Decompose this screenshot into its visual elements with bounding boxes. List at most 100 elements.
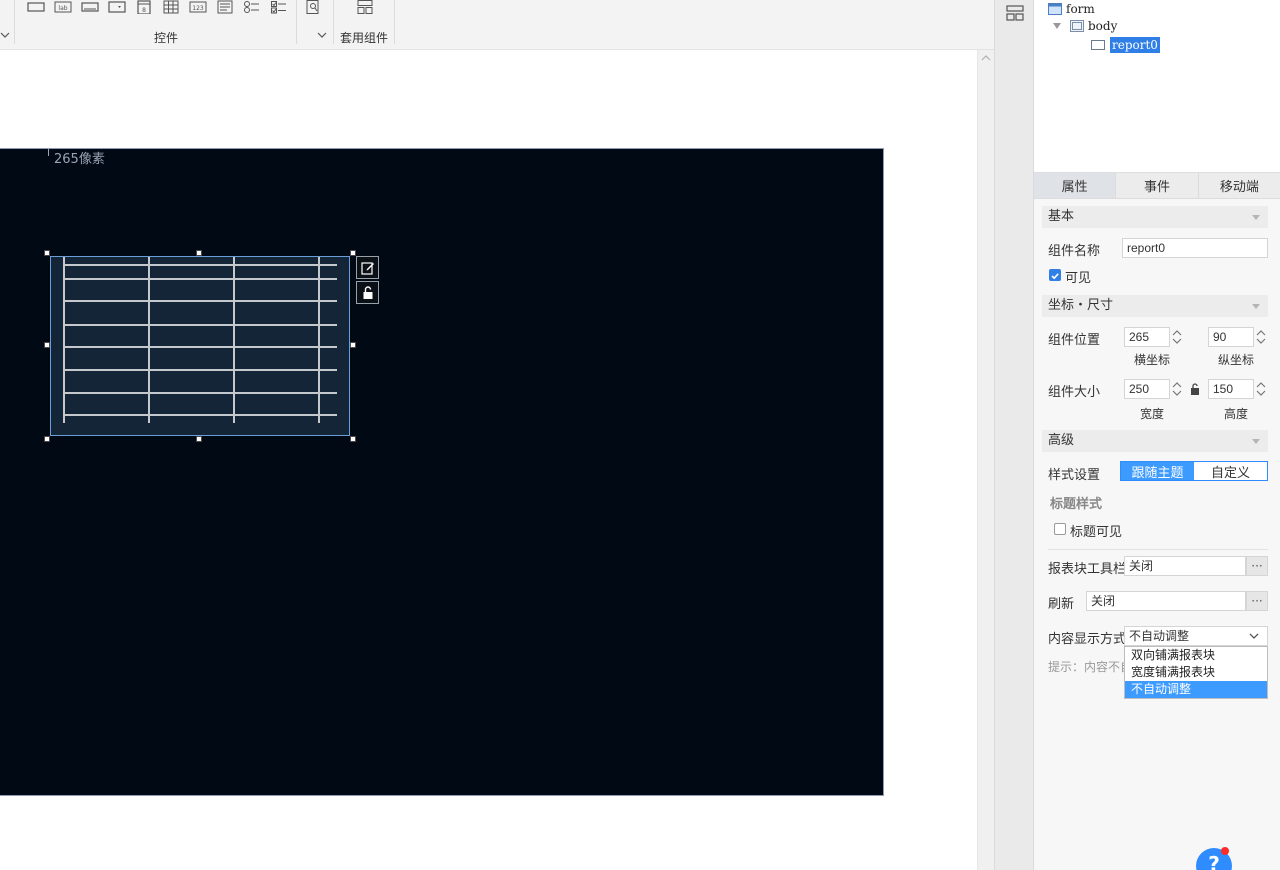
style-follow-theme-button[interactable]: 跟随主题 xyxy=(1121,462,1194,481)
spinner-icon[interactable] xyxy=(1254,327,1268,347)
tab-events[interactable]: 事件 xyxy=(1116,173,1199,198)
chevron-down-icon[interactable] xyxy=(1248,630,1260,642)
svg-text:8: 8 xyxy=(142,7,146,14)
dropdown-option[interactable]: 宽度铺满报表块 xyxy=(1125,664,1267,681)
panel-tabs: 属性 事件 移动端 xyxy=(1034,173,1280,199)
spinner-icon[interactable] xyxy=(1170,327,1184,347)
height-field[interactable]: 150 xyxy=(1208,379,1254,399)
style-segmented-control: 跟随主题 自定义 xyxy=(1120,461,1268,481)
svg-text:123: 123 xyxy=(192,5,204,12)
visible-checkbox[interactable] xyxy=(1049,269,1061,281)
content-display-label: 内容显示方式 xyxy=(1048,632,1127,647)
title-visible-label: 标题可见 xyxy=(1070,525,1123,540)
notification-dot xyxy=(1221,847,1229,855)
radiogroup-icon[interactable] xyxy=(243,0,261,14)
grid-icon[interactable] xyxy=(162,0,180,14)
report-icon xyxy=(1091,40,1105,50)
tree-node-report0[interactable]: report0 xyxy=(1090,36,1160,54)
section-coords[interactable]: 坐标・尺寸 xyxy=(1042,295,1268,317)
combobox-icon[interactable] xyxy=(108,0,126,14)
tree-node-body[interactable]: body xyxy=(1070,17,1117,35)
dropdown-option[interactable]: 双向铺满报表块 xyxy=(1125,647,1267,664)
style-custom-button[interactable]: 自定义 xyxy=(1194,462,1267,481)
textbox-icon[interactable] xyxy=(27,0,45,14)
section-advanced[interactable]: 高级 xyxy=(1042,430,1268,452)
resize-handle[interactable] xyxy=(196,250,202,256)
section-basic[interactable]: 基本 xyxy=(1042,206,1268,228)
tab-properties[interactable]: 属性 xyxy=(1034,173,1117,198)
content-display-dropdown: 双向铺满报表块 宽度铺满报表块 不自动调整 xyxy=(1124,646,1268,699)
check-icon xyxy=(1051,273,1059,280)
resize-handle[interactable] xyxy=(44,342,50,348)
toolbar-setting-field[interactable]: 关闭 xyxy=(1124,556,1246,576)
collapse-icon[interactable] xyxy=(1053,23,1061,29)
resize-handle[interactable] xyxy=(350,436,356,442)
refresh-field[interactable]: 关闭 xyxy=(1086,591,1246,611)
chevron-down-icon[interactable] xyxy=(0,30,10,40)
tree-node-label: form xyxy=(1066,2,1095,16)
group-label-controls: 控件 xyxy=(154,31,179,45)
height-label: 高度 xyxy=(1224,407,1249,421)
tip-text: 提示：内容不自 xyxy=(1048,660,1133,674)
chevron-down-icon xyxy=(1252,215,1260,220)
report-block[interactable] xyxy=(50,256,350,436)
form-body-area[interactable] xyxy=(0,148,884,796)
textarea-icon[interactable] xyxy=(216,0,234,14)
resize-handle[interactable] xyxy=(350,342,356,348)
spinner-icon[interactable] xyxy=(1254,379,1268,399)
properties-panel: 基本 组件名称 report0 可见 坐标・尺寸 组件位置 265 90 横坐标… xyxy=(1034,199,1280,870)
preview-icon[interactable] xyxy=(304,0,322,14)
toolbar: lab 8 123 控件 套用组件 xyxy=(0,0,994,50)
chevron-down-icon xyxy=(1252,439,1260,444)
width-label: 宽度 xyxy=(1140,407,1165,421)
chevron-down-icon xyxy=(1252,304,1260,309)
date-icon[interactable]: 8 xyxy=(135,0,153,14)
component-tree: form body report0 xyxy=(1034,0,1280,173)
refresh-more-button[interactable]: ··· xyxy=(1246,591,1268,611)
section-title: 基本 xyxy=(1048,209,1075,224)
tree-node-form[interactable]: form xyxy=(1048,0,1095,18)
lock-button[interactable] xyxy=(356,281,379,304)
resize-handle[interactable] xyxy=(196,436,202,442)
component-name-label: 组件名称 xyxy=(1048,244,1101,259)
toolbar-setting-label: 报表块工具栏 xyxy=(1048,562,1127,577)
button-icon[interactable] xyxy=(81,0,99,14)
resize-handle[interactable] xyxy=(44,436,50,442)
style-label: 样式设置 xyxy=(1048,468,1101,483)
form-icon xyxy=(1048,3,1062,15)
label-icon[interactable]: lab xyxy=(54,0,72,14)
number-icon[interactable]: 123 xyxy=(189,0,207,14)
width-field[interactable]: 250 xyxy=(1124,379,1170,399)
scroll-up-icon[interactable] xyxy=(981,54,991,62)
layout-toggle-icon[interactable] xyxy=(1006,5,1024,21)
position-hint: 265像素 xyxy=(48,148,105,167)
resize-handle[interactable] xyxy=(44,250,50,256)
dropdown-option[interactable]: 不自动调整 xyxy=(1125,681,1267,698)
x-label: 横坐标 xyxy=(1134,353,1171,367)
aspect-lock-icon[interactable] xyxy=(1189,382,1201,396)
pos-x-field[interactable]: 265 xyxy=(1124,327,1170,347)
position-label: 组件位置 xyxy=(1048,333,1101,348)
section-title: 高级 xyxy=(1048,433,1075,448)
title-visible-checkbox[interactable] xyxy=(1054,523,1066,535)
unlock-icon xyxy=(363,285,372,299)
toolbar-setting-more-button[interactable]: ··· xyxy=(1246,556,1268,576)
content-display-select[interactable]: 不自动调整 xyxy=(1124,626,1268,646)
edit-button[interactable] xyxy=(356,256,379,279)
vertical-scrollbar[interactable] xyxy=(977,50,994,870)
pos-y-field[interactable]: 90 xyxy=(1208,327,1254,347)
side-strip xyxy=(994,0,1034,870)
component-name-field[interactable]: report0 xyxy=(1122,238,1268,258)
visible-label: 可见 xyxy=(1065,271,1092,286)
refresh-label: 刷新 xyxy=(1048,597,1075,612)
checkboxgroup-icon[interactable] xyxy=(270,0,288,14)
edit-icon xyxy=(360,261,374,275)
tab-mobile[interactable]: 移动端 xyxy=(1199,173,1280,198)
y-label: 纵坐标 xyxy=(1218,353,1255,367)
tree-node-label: body xyxy=(1088,19,1118,33)
spinner-icon[interactable] xyxy=(1170,379,1184,399)
tree-node-label: report0 xyxy=(1110,37,1160,53)
template-layout-icon[interactable] xyxy=(356,0,374,14)
group-label-templates: 套用组件 xyxy=(340,31,389,45)
chevron-down-icon[interactable] xyxy=(317,30,327,40)
